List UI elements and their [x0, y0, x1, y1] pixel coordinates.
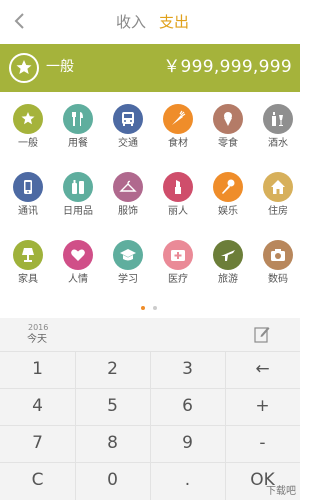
category-clothing[interactable]: 服饰 [104, 168, 154, 228]
category-label: 医疗 [168, 274, 188, 285]
plus-key[interactable]: + [225, 388, 300, 425]
date-label[interactable]: 今天 [27, 334, 47, 346]
lipstick-icon [163, 172, 193, 202]
phone-icon [13, 172, 43, 202]
category-label: 旅游 [218, 274, 238, 285]
cutlery-icon [63, 104, 93, 134]
header: 收入 支出 [0, 0, 300, 44]
key-5[interactable]: 5 [75, 388, 150, 425]
decimal-key[interactable]: . [150, 462, 225, 499]
microphone-icon [213, 172, 243, 202]
category-label: 酒水 [268, 138, 288, 149]
category-housing[interactable]: 住房 [254, 168, 304, 228]
ice-cream-icon [213, 104, 243, 134]
key-2[interactable]: 2 [75, 351, 150, 388]
category-label: 数码 [268, 274, 288, 285]
key-3[interactable]: 3 [150, 351, 225, 388]
category-label: 食材 [168, 138, 188, 149]
category-dining[interactable]: 用餐 [54, 100, 104, 160]
category-label: 用餐 [68, 138, 88, 149]
page-dot-active[interactable] [141, 306, 145, 310]
key-7[interactable]: 7 [0, 425, 75, 462]
tab-expense[interactable]: 支出 [159, 13, 189, 31]
category-entertainment[interactable]: 娱乐 [204, 168, 254, 228]
date-year[interactable]: 2016 [28, 323, 48, 333]
category-label: 零食 [218, 138, 238, 149]
category-label: 日用品 [63, 206, 93, 217]
key-4[interactable]: 4 [0, 388, 75, 425]
category-groceries[interactable]: 食材 [154, 100, 204, 160]
category-label: 人情 [68, 274, 88, 285]
category-communication[interactable]: 通讯 [4, 168, 54, 228]
key-0[interactable]: 0 [75, 462, 150, 499]
star-icon [9, 53, 39, 83]
category-label: 学习 [118, 274, 138, 285]
star-icon [13, 104, 43, 134]
category-label: 住房 [268, 206, 288, 217]
minus-key[interactable]: - [225, 425, 300, 462]
amount-display: ￥999,999,999 [163, 57, 292, 77]
selected-category-label: 一般 [46, 59, 74, 75]
category-digital[interactable]: 数码 [254, 236, 304, 296]
key-1[interactable]: 1 [0, 351, 75, 388]
bottle-icon [263, 104, 293, 134]
watermark: 下载吧 [266, 486, 296, 497]
backspace-key[interactable]: ← [225, 351, 300, 388]
category-label: 丽人 [168, 206, 188, 217]
tab-income[interactable]: 收入 [116, 13, 146, 31]
key-9[interactable]: 9 [150, 425, 225, 462]
back-arrow-icon[interactable] [10, 11, 30, 31]
page-dot[interactable] [153, 306, 157, 310]
category-gifts[interactable]: 人情 [54, 236, 104, 296]
key-8[interactable]: 8 [75, 425, 150, 462]
graduation-cap-icon [113, 240, 143, 270]
category-furniture[interactable]: 家具 [4, 236, 54, 296]
category-grid: 一般 用餐 交通 食材 零食 酒水 通讯 日用品 服饰 丽人 娱乐 住房 家具 … [0, 96, 300, 304]
category-label: 一般 [18, 138, 38, 149]
category-beauty[interactable]: 丽人 [154, 168, 204, 228]
category-drinks[interactable]: 酒水 [254, 100, 304, 160]
house-icon [263, 172, 293, 202]
category-label: 通讯 [18, 206, 38, 217]
first-aid-icon [163, 240, 193, 270]
camera-icon [263, 240, 293, 270]
amount-banner: 一般 ￥999,999,999 [0, 44, 300, 92]
key-6[interactable]: 6 [150, 388, 225, 425]
edit-note-icon[interactable] [254, 325, 270, 343]
lamp-icon [13, 240, 43, 270]
toiletries-icon [63, 172, 93, 202]
page-indicator [141, 306, 161, 310]
category-general[interactable]: 一般 [4, 100, 54, 160]
gift-heart-icon [63, 240, 93, 270]
category-label: 娱乐 [218, 206, 238, 217]
category-education[interactable]: 学习 [104, 236, 154, 296]
category-label: 交通 [118, 138, 138, 149]
category-label: 服饰 [118, 206, 138, 217]
category-label: 家具 [18, 274, 38, 285]
category-travel[interactable]: 旅游 [204, 236, 254, 296]
bus-icon [113, 104, 143, 134]
carrot-icon [163, 104, 193, 134]
number-keypad: 1 2 3 ← 4 5 6 + 7 8 9 - C 0 . OK 下载吧 [0, 351, 300, 500]
category-medical[interactable]: 医疗 [154, 236, 204, 296]
date-bar: 2016 今天 [0, 318, 300, 351]
category-daily-goods[interactable]: 日用品 [54, 168, 104, 228]
category-snacks[interactable]: 零食 [204, 100, 254, 160]
category-transport[interactable]: 交通 [104, 100, 154, 160]
hanger-icon [113, 172, 143, 202]
clear-key[interactable]: C [0, 462, 75, 499]
airplane-icon [213, 240, 243, 270]
